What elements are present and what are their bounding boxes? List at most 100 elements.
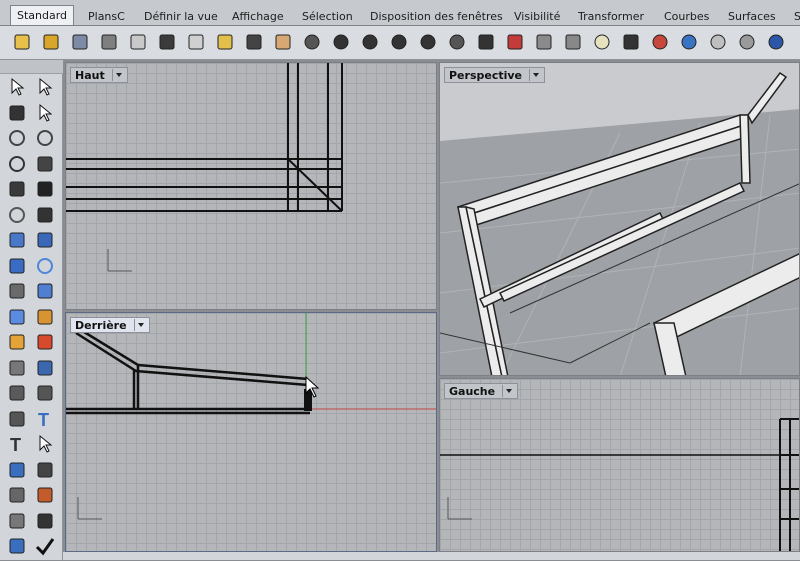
layer-icon[interactable] — [534, 32, 554, 52]
arc-icon[interactable] — [6, 153, 28, 175]
render-color-icon[interactable] — [679, 32, 699, 52]
chevron-down-icon[interactable] — [111, 69, 125, 81]
zoom-window-icon[interactable] — [360, 32, 380, 52]
dimension-icon[interactable] — [6, 408, 28, 430]
edit-point-icon[interactable] — [34, 433, 56, 455]
viewport-title-left[interactable]: Gauche — [444, 383, 519, 399]
chart-icon[interactable] — [34, 484, 56, 506]
rendered-sphere-icon[interactable] — [766, 32, 786, 52]
point-icon[interactable] — [34, 76, 56, 98]
split-icon[interactable] — [6, 357, 28, 379]
properties-icon[interactable] — [563, 32, 583, 52]
tab-3[interactable]: Affichage — [226, 7, 290, 25]
mesh-icon[interactable] — [6, 382, 28, 404]
sphere-solid-icon[interactable] — [34, 255, 56, 277]
select-arrow-icon[interactable] — [6, 76, 28, 98]
polygon-icon[interactable] — [6, 178, 28, 200]
copy-icon[interactable] — [186, 32, 206, 52]
surface-icon[interactable] — [6, 229, 28, 251]
top-view-geometry — [66, 63, 343, 272]
tab-2[interactable]: Définir la vue — [138, 7, 224, 25]
cylinder-icon[interactable] — [6, 306, 28, 328]
tab-7[interactable]: Transformer — [572, 7, 650, 25]
curve-points-icon[interactable] — [34, 102, 56, 124]
viewport-title-text: Perspective — [449, 69, 523, 82]
pan-hand-icon[interactable] — [273, 32, 293, 52]
tab-5[interactable]: Disposition des fenêtres — [364, 7, 509, 25]
zoom-icon[interactable] — [331, 32, 351, 52]
zoom-selected-icon[interactable] — [418, 32, 438, 52]
palette-grip[interactable] — [0, 60, 63, 74]
zoom-extents-icon[interactable] — [389, 32, 409, 52]
viewport-top[interactable]: Haut — [65, 62, 437, 310]
render-teapot-icon[interactable] — [6, 535, 28, 557]
shaded-sphere-icon[interactable] — [737, 32, 757, 52]
fillet-icon[interactable] — [34, 204, 56, 226]
paste-icon[interactable] — [215, 32, 235, 52]
rectangle-icon[interactable] — [34, 153, 56, 175]
chevron-down-icon[interactable] — [502, 385, 515, 397]
tab-1[interactable]: PlansC — [82, 7, 131, 25]
block-icon[interactable] — [34, 459, 56, 481]
four-viewports-icon[interactable] — [476, 32, 496, 52]
render-icon[interactable] — [34, 382, 56, 404]
viewport-title-text: Gauche — [449, 385, 496, 398]
viewport-title-perspective[interactable]: Perspective — [444, 67, 546, 83]
text-tool-icon[interactable]: T — [6, 433, 28, 455]
chevron-down-icon[interactable] — [133, 319, 147, 331]
polyline-icon[interactable] — [6, 102, 28, 124]
lock-icon[interactable] — [621, 32, 641, 52]
tab-9[interactable]: Surfaces — [722, 7, 782, 25]
ellipse-icon[interactable] — [34, 127, 56, 149]
analyze-icon[interactable] — [6, 484, 28, 506]
circle-center-icon[interactable] — [6, 204, 28, 226]
tab-10[interactable]: S — [788, 7, 800, 25]
open-folder-icon[interactable] — [41, 32, 61, 52]
group-icon[interactable] — [6, 459, 28, 481]
new-file-icon[interactable] — [12, 32, 32, 52]
history-icon[interactable] — [34, 510, 56, 532]
loft-icon[interactable] — [34, 229, 56, 251]
tab-6[interactable]: Visibilité — [508, 7, 566, 25]
light-bulb-icon[interactable] — [592, 32, 612, 52]
svg-text:T: T — [38, 410, 49, 430]
circle-icon[interactable] — [6, 127, 28, 149]
save-icon[interactable] — [70, 32, 90, 52]
import-icon[interactable] — [128, 32, 148, 52]
status-strip — [63, 552, 800, 560]
tab-8[interactable]: Courbes — [658, 7, 715, 25]
sphere-icon[interactable] — [708, 32, 728, 52]
extrude-icon[interactable] — [6, 280, 28, 302]
back-view-geometry — [66, 313, 436, 520]
cut-icon[interactable] — [157, 32, 177, 52]
viewport-left[interactable]: Gauche — [439, 378, 800, 552]
boolean-icon[interactable] — [34, 280, 56, 302]
check-icon[interactable] — [34, 535, 56, 557]
command-palette: TT — [0, 60, 63, 560]
red-plane-icon[interactable] — [505, 32, 525, 52]
undo-icon[interactable] — [244, 32, 264, 52]
tab-4[interactable]: Sélection — [296, 7, 359, 25]
array-icon[interactable] — [34, 331, 56, 353]
tab-0[interactable]: Standard — [10, 5, 75, 25]
viewport-title-text: Derrière — [75, 319, 127, 332]
freeform-curve-icon[interactable] — [34, 178, 56, 200]
grid-icon[interactable] — [6, 510, 28, 532]
svg-text:T: T — [10, 435, 21, 455]
viewport-title-back[interactable]: Derrière — [70, 317, 150, 333]
material-icon[interactable] — [650, 32, 670, 52]
rotate-view-icon[interactable] — [302, 32, 322, 52]
print-icon[interactable] — [99, 32, 119, 52]
viewport-title-top[interactable]: Haut — [70, 67, 128, 83]
chevron-down-icon[interactable] — [529, 69, 542, 81]
join-icon[interactable] — [34, 357, 56, 379]
box-solid-icon[interactable] — [6, 255, 28, 277]
viewport-title-text: Haut — [75, 69, 105, 82]
viewport-back[interactable]: Derrière — [65, 312, 437, 552]
rotate-3d-icon[interactable] — [447, 32, 467, 52]
text-icon[interactable]: T — [34, 408, 56, 430]
standard-toolbar — [0, 26, 800, 60]
viewport-perspective[interactable]: Perspective — [439, 62, 800, 376]
pipe-icon[interactable] — [34, 306, 56, 328]
transform-icon[interactable] — [6, 331, 28, 353]
